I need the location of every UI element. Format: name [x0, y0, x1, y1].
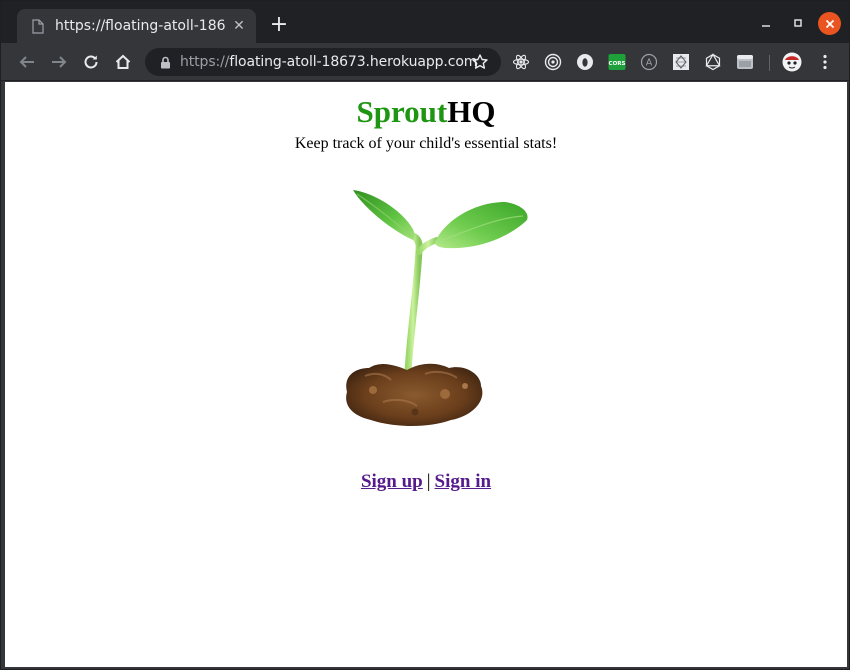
brand-sprout: Sprout [356, 94, 448, 129]
tagline: Keep track of your child's essential sta… [294, 135, 558, 152]
url-host: floating-atoll-18673.herokuapp.com [229, 54, 478, 70]
browser-tab[interactable]: https://floating-atoll-186 ✕ [17, 9, 256, 43]
close-window-icon[interactable] [818, 12, 841, 35]
page-icon [31, 18, 45, 34]
reload-icon[interactable] [80, 51, 102, 73]
tab-bar: https://floating-atoll-186 ✕ + [1, 1, 849, 43]
home-icon[interactable] [112, 51, 134, 73]
profile-avatar-icon[interactable] [782, 52, 802, 72]
back-icon[interactable] [16, 51, 38, 73]
cors-label: CORS [609, 61, 626, 67]
more-menu-icon[interactable] [816, 53, 834, 71]
forward-icon[interactable] [48, 51, 70, 73]
lock-icon[interactable] [160, 55, 172, 69]
toolbar-divider [769, 55, 770, 71]
puzzle-icon[interactable] [672, 53, 690, 71]
target-icon[interactable] [544, 53, 562, 71]
minimize-icon[interactable] [755, 12, 777, 34]
signup-link[interactable]: Sign up [361, 471, 423, 492]
cors-icon[interactable]: CORS [608, 53, 626, 71]
link-separator: | [426, 471, 431, 492]
toolbar: https://floating-atoll-18673.herokuapp.c… [1, 43, 849, 81]
close-tab-icon[interactable]: ✕ [231, 18, 247, 34]
a-icon[interactable]: A [640, 53, 658, 71]
react-icon[interactable] [512, 53, 530, 71]
page-title: SproutHQ [5, 94, 847, 130]
graphql-icon[interactable] [704, 53, 722, 71]
page-content: SproutHQ Keep track of your child's esse… [5, 82, 847, 667]
address-bar[interactable]: https://floating-atoll-18673.herokuapp.c… [145, 48, 501, 76]
maximize-icon[interactable] [787, 12, 809, 34]
seedling-image [325, 180, 535, 430]
a-label: A [646, 58, 653, 69]
tab-title: https://floating-atoll-186 [55, 18, 226, 34]
url-scheme: https:// [180, 54, 230, 70]
browser-window: https://floating-atoll-186 ✕ + https://f… [0, 0, 850, 670]
ghostery-icon[interactable] [576, 53, 594, 71]
brand-hq: HQ [447, 94, 496, 129]
signin-link[interactable]: Sign in [435, 471, 492, 492]
auth-links: Sign up | Sign in [5, 471, 847, 493]
url-text: https://floating-atoll-18673.herokuapp.c… [180, 54, 477, 70]
new-tab-button[interactable]: + [269, 14, 289, 36]
window-icon[interactable] [736, 53, 754, 71]
bookmark-star-icon[interactable] [471, 53, 489, 71]
